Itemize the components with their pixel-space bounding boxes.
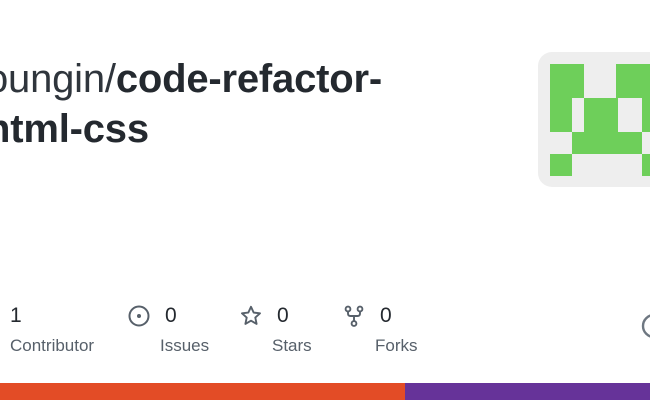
contributors-count: 1 xyxy=(10,304,22,327)
contributors-label: Contributor xyxy=(10,336,95,355)
stat-contributors[interactable]: 1 Contributor xyxy=(10,300,94,356)
issue-opened-icon xyxy=(128,305,150,327)
stat-forks[interactable]: 0 Forks xyxy=(342,300,418,356)
language-bar xyxy=(0,383,650,400)
identicon-icon xyxy=(550,64,650,176)
forks-count: 0 xyxy=(380,304,392,327)
github-logo-icon xyxy=(641,314,650,338)
repo-separator: / xyxy=(104,57,116,101)
forks-label: Forks xyxy=(375,336,418,355)
stat-stars[interactable]: 0 Stars xyxy=(239,300,312,356)
stars-label: Stars xyxy=(272,336,312,355)
issues-label: Issues xyxy=(160,336,210,355)
issues-count: 0 xyxy=(165,304,177,327)
repo-social-card: oungin/code-refactor-​html-css 1 Contrib… xyxy=(0,0,650,400)
repo-owner[interactable]: oungin xyxy=(0,57,105,101)
language-segment-css xyxy=(404,383,650,400)
language-segment-html xyxy=(0,383,405,400)
fork-icon xyxy=(344,305,364,327)
star-icon xyxy=(241,305,261,325)
stars-count: 0 xyxy=(277,304,289,327)
avatar[interactable] xyxy=(538,52,650,187)
repo-title[interactable]: oungin/code-refactor-​html-css xyxy=(0,54,456,154)
stat-issues[interactable]: 0 Issues xyxy=(127,300,209,356)
